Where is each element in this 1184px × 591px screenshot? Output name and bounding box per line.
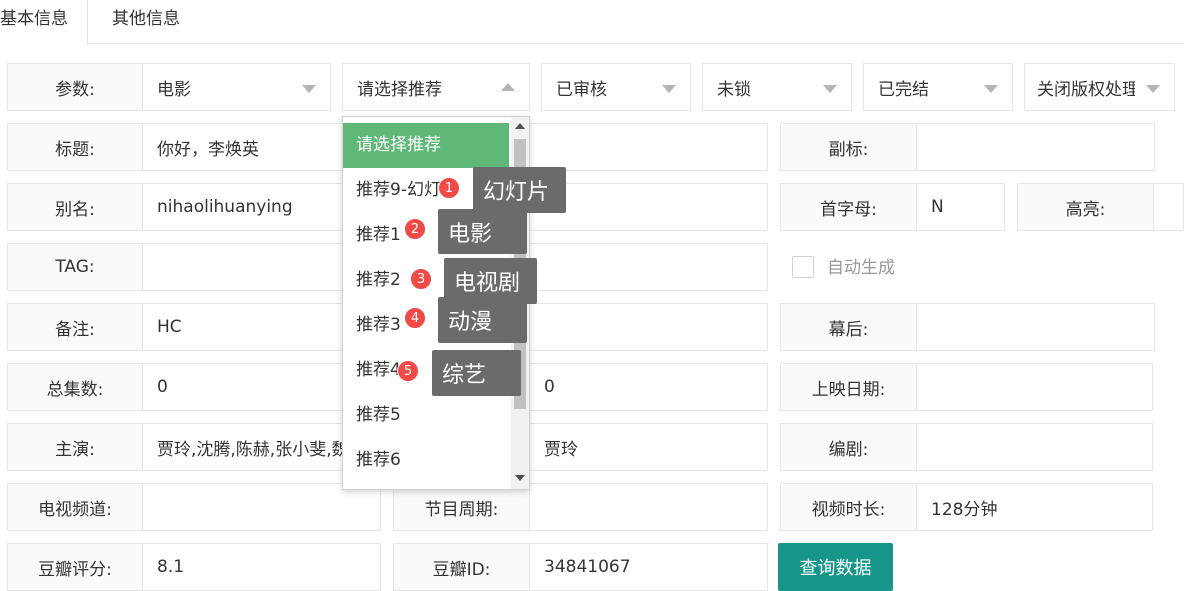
highlight-label: 高亮:	[1017, 183, 1154, 231]
writer-label: 编剧:	[780, 423, 917, 471]
alias-label: 别名:	[7, 183, 143, 231]
highlight-input[interactable]	[1154, 183, 1184, 231]
douban-score-input[interactable]: 8.1	[143, 543, 381, 591]
lock-status-value: 未锁	[717, 79, 751, 100]
video-duration-label: 视频时长:	[780, 483, 917, 531]
douban-id-input[interactable]: 34841067	[530, 543, 768, 591]
behind-input[interactable]	[917, 303, 1155, 351]
chevron-up-icon	[501, 83, 515, 91]
tv-channel-label: 电视频道:	[7, 483, 143, 531]
annotation-badge: 3	[410, 268, 432, 290]
recommend-select[interactable]: 请选择推荐	[342, 63, 530, 111]
dropdown-option[interactable]: 推荐5	[343, 393, 509, 438]
douban-score-label: 豆瓣评分:	[7, 543, 143, 591]
chevron-down-icon	[1146, 85, 1160, 93]
annotation-tooltip: 电影	[438, 209, 527, 254]
program-period-label: 节目周期:	[393, 483, 530, 531]
params-label: 参数:	[7, 63, 143, 111]
episodes-label: 总集数:	[7, 363, 143, 411]
params-select[interactable]: 电影	[143, 63, 331, 111]
query-data-button[interactable]: 查询数据	[778, 543, 893, 591]
chevron-down-icon	[984, 85, 998, 93]
tab-label: 其他信息	[112, 9, 180, 29]
finish-status-value: 已完结	[878, 79, 929, 100]
annotation-badge: 4	[404, 307, 426, 329]
chevron-down-icon	[302, 85, 316, 93]
annotation-badge: 5	[397, 360, 419, 382]
tab-other-info[interactable]: 其他信息	[112, 0, 202, 44]
scroll-down-arrow-icon[interactable]	[515, 475, 525, 481]
annotation-badge: 2	[404, 218, 426, 240]
douban-id-label: 豆瓣ID:	[393, 543, 530, 591]
dropdown-option[interactable]: 推荐6	[343, 438, 509, 483]
annotation-tooltip: 动漫	[438, 297, 527, 343]
dropdown-option[interactable]: 请选择推荐	[343, 123, 509, 168]
copyright-select-value: 关闭版权处理	[1037, 79, 1135, 100]
lock-status-select[interactable]: 未锁	[702, 63, 852, 111]
finish-status-select[interactable]: 已完结	[863, 63, 1013, 111]
scroll-up-arrow-icon[interactable]	[515, 123, 525, 129]
annotation-tooltip: 幻灯片	[473, 167, 566, 213]
initial-input[interactable]: N	[917, 183, 1005, 231]
subtitle-input[interactable]	[917, 123, 1155, 171]
review-status-select[interactable]: 已审核	[541, 63, 691, 111]
video-duration-input[interactable]: 128分钟	[917, 483, 1153, 531]
auto-generate-checkbox[interactable]	[792, 256, 814, 278]
annotation-tooltip: 综艺	[432, 350, 521, 396]
director-input[interactable]: 贾玲	[530, 423, 768, 471]
review-status-value: 已审核	[556, 79, 607, 100]
program-period-input[interactable]	[530, 483, 768, 531]
tab-label: 基本信息	[0, 9, 68, 29]
tag-label: TAG:	[7, 243, 143, 291]
annotation-badge: 1	[438, 177, 460, 199]
behind-label: 幕后:	[780, 303, 917, 351]
subtitle-label: 副标:	[780, 123, 917, 171]
auto-generate-label: 自动生成	[827, 258, 895, 278]
recommend-select-value: 请选择推荐	[357, 79, 442, 100]
row6-middle-input[interactable]: 0	[530, 363, 768, 411]
title-label: 标题:	[7, 123, 143, 171]
release-date-input[interactable]	[917, 363, 1153, 411]
initial-label: 首字母:	[780, 183, 917, 231]
tv-channel-input[interactable]	[143, 483, 381, 531]
release-date-label: 上映日期:	[780, 363, 917, 411]
chevron-down-icon	[662, 85, 676, 93]
chevron-down-icon	[823, 85, 837, 93]
tab-basic-info[interactable]: 基本信息	[0, 0, 88, 45]
cast-label: 主演:	[7, 423, 143, 471]
copyright-select[interactable]: 关闭版权处理	[1024, 63, 1175, 111]
note-label: 备注:	[7, 303, 143, 351]
params-select-value: 电影	[157, 79, 191, 100]
writer-input[interactable]	[917, 423, 1153, 471]
